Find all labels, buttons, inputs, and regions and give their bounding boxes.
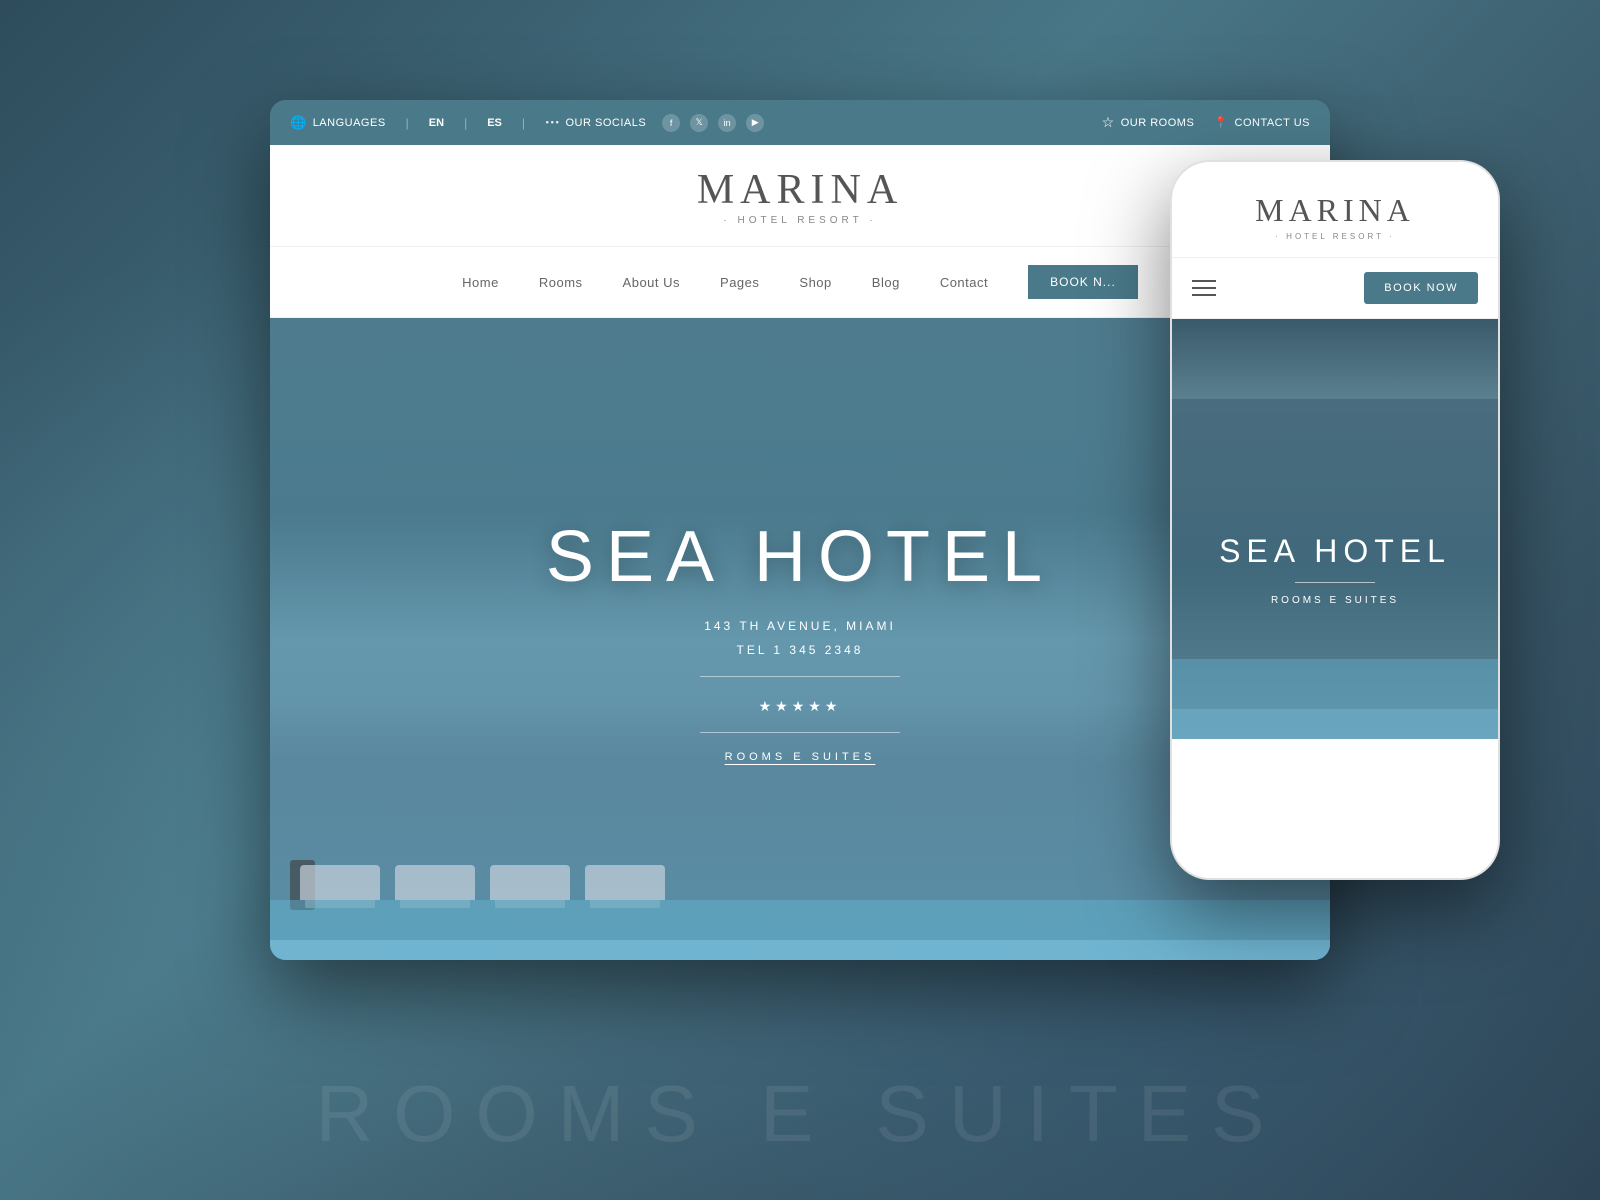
separator-3: | (522, 116, 525, 130)
hero-divider-2 (700, 732, 900, 733)
contact-label: CONTACT US (1235, 117, 1311, 129)
hamburger-menu[interactable] (1192, 280, 1216, 296)
linkedin-icon[interactable]: in (718, 114, 736, 132)
lounge-chair-2 (395, 865, 475, 900)
nav-home[interactable]: Home (462, 275, 499, 290)
lounge-chair-4 (585, 865, 665, 900)
mobile-water-2 (1172, 709, 1498, 739)
hamburger-line-3 (1192, 294, 1216, 296)
twitter-icon[interactable]: 𝕏 (690, 114, 708, 132)
share-icon (545, 114, 560, 131)
nav-pages[interactable]: Pages (720, 275, 759, 290)
lang-en[interactable]: EN (429, 117, 444, 129)
our-rooms-link[interactable]: OUR ROOMS (1102, 114, 1195, 131)
hero-stars: ★★★★★ (759, 699, 842, 716)
languages-label: LANGUAGES (313, 117, 386, 129)
hero-address: 143 TH AVENUE, MIAMI TEL 1 345 2348 (704, 614, 896, 662)
nav-blog[interactable]: Blog (872, 275, 900, 290)
star-icon (1102, 114, 1115, 131)
top-bar-left: LANGUAGES | EN | ES | OUR SOCIALS f 𝕏 in… (290, 114, 764, 132)
separator-1: | (406, 116, 409, 130)
lang-es[interactable]: ES (487, 117, 502, 129)
mobile-hero: SEA HOTEL ROOMS E SUITES (1172, 399, 1498, 739)
mobile-logo-sub: · HOTEL RESORT · (1192, 232, 1478, 241)
nav-about[interactable]: About Us (623, 275, 680, 290)
rooms-label: OUR ROOMS (1121, 117, 1195, 129)
mobile-hero-divider (1295, 582, 1375, 583)
facebook-icon[interactable]: f (662, 114, 680, 132)
hero-address-line2: TEL 1 345 2348 (704, 638, 896, 662)
location-icon (1214, 116, 1228, 129)
mobile-nav: BOOK NOW (1172, 258, 1498, 319)
languages-menu[interactable]: LANGUAGES (290, 115, 386, 131)
mobile-logo-main: MARINA (1192, 192, 1478, 229)
mobile-header: MARINA · HOTEL RESORT · (1172, 162, 1498, 258)
mobile-book-button[interactable]: BOOK NOW (1364, 272, 1478, 304)
desktop-book-button[interactable]: BOOK N... (1028, 265, 1138, 299)
nav-contact[interactable]: Contact (940, 275, 988, 290)
showcase-container: LANGUAGES | EN | ES | OUR SOCIALS f 𝕏 in… (100, 100, 1500, 1100)
globe-icon (290, 115, 307, 131)
mobile-hero-cta[interactable]: ROOMS E SUITES (1271, 595, 1399, 606)
contact-us-link[interactable]: CONTACT US (1214, 116, 1310, 129)
socials-section: OUR SOCIALS (545, 114, 646, 131)
top-bar-right: OUR ROOMS CONTACT US (1102, 114, 1310, 131)
mobile-mockup: MARINA · HOTEL RESORT · BOOK NOW SEA HOT… (1170, 160, 1500, 880)
hamburger-line-1 (1192, 280, 1216, 282)
mobile-hero-dark (1172, 319, 1498, 399)
separator-2: | (464, 116, 467, 130)
nav-shop[interactable]: Shop (799, 275, 831, 290)
desktop-hero-title: SEA HOTEL (546, 516, 1054, 598)
top-bar: LANGUAGES | EN | ES | OUR SOCIALS f 𝕏 in… (270, 100, 1330, 145)
hero-divider-1 (700, 676, 900, 677)
lounge-chair-3 (490, 865, 570, 900)
nav-rooms[interactable]: Rooms (539, 275, 583, 290)
social-icons-group: f 𝕏 in ▶ (662, 114, 764, 132)
lounge-area (270, 865, 1330, 900)
socials-label: OUR SOCIALS (566, 117, 647, 129)
mobile-hero-title: SEA HOTEL (1219, 533, 1451, 570)
blue-strip (270, 940, 1330, 960)
lounge-chair-1 (300, 865, 380, 900)
youtube-icon[interactable]: ▶ (746, 114, 764, 132)
hero-address-line1: 143 TH AVENUE, MIAMI (704, 614, 896, 638)
hamburger-line-2 (1192, 287, 1216, 289)
hero-cta[interactable]: ROOMS E SUITES (725, 751, 876, 763)
